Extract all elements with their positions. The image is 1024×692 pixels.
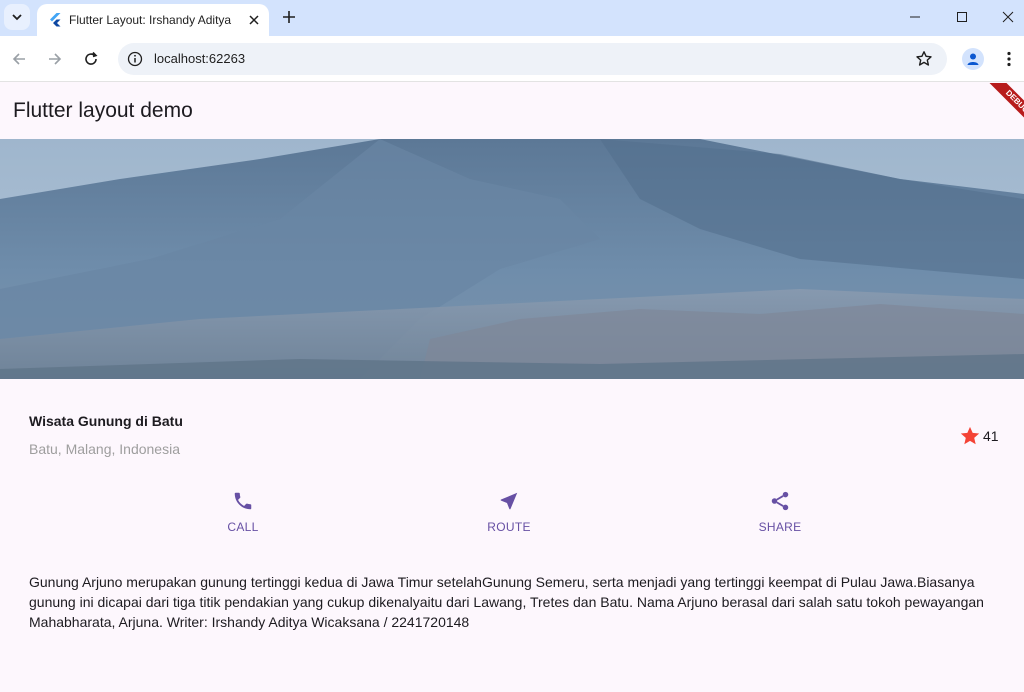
minimize-button[interactable] (892, 2, 938, 32)
back-button[interactable] (7, 47, 31, 71)
tab-search-button[interactable] (4, 4, 30, 30)
more-vert-icon (1007, 51, 1011, 67)
reload-icon (85, 51, 98, 65)
place-name: Wisata Gunung di Batu (29, 413, 183, 429)
app-bar: Flutter layout demo (0, 83, 1024, 139)
route-button[interactable]: ROUTE (469, 490, 549, 534)
profile-button[interactable] (962, 48, 984, 70)
title-section: Wisata Gunung di Batu Batu, Malang, Indo… (29, 413, 183, 457)
url-text: localhost:62263 (154, 51, 246, 66)
tab-strip: Flutter Layout: Irshandy Aditya (0, 0, 1024, 36)
person-icon (967, 53, 979, 65)
minimize-icon (910, 16, 920, 18)
rating-count: 41 (983, 428, 999, 444)
close-icon (1002, 11, 1014, 23)
plus-icon (283, 11, 295, 23)
close-icon (249, 15, 259, 25)
address-bar[interactable]: localhost:62263 (118, 43, 947, 75)
navigation-icon (500, 492, 518, 510)
flutter-logo-icon (50, 13, 61, 27)
forward-button[interactable] (43, 47, 67, 71)
mountain-image (0, 139, 1024, 379)
new-tab-button[interactable] (277, 5, 301, 29)
call-label: CALL (227, 520, 259, 534)
share-icon (771, 491, 789, 511)
place-location: Batu, Malang, Indonesia (29, 441, 180, 457)
arrow-right-icon (49, 53, 62, 65)
info-icon[interactable] (127, 51, 143, 67)
rating: 41 (959, 425, 999, 447)
close-window-button[interactable] (985, 2, 1024, 32)
browser-menu-button[interactable] (1000, 48, 1018, 70)
bookmark-star-icon[interactable] (915, 50, 933, 68)
share-label: SHARE (758, 520, 802, 534)
description-text: Gunung Arjuno merupakan gunung tertinggi… (29, 574, 984, 630)
page-title: Flutter layout demo (13, 99, 193, 122)
tab-close-button[interactable] (245, 11, 263, 29)
phone-icon (234, 492, 252, 510)
arrow-left-icon (12, 53, 25, 65)
reload-button[interactable] (79, 47, 103, 71)
maximize-button[interactable] (939, 2, 985, 32)
chevron-down-icon (12, 14, 22, 21)
share-button[interactable]: SHARE (740, 490, 820, 534)
tab-title: Flutter Layout: Irshandy Aditya (69, 13, 232, 27)
debug-banner: DEBUG (964, 83, 1024, 143)
browser-tab[interactable]: Flutter Layout: Irshandy Aditya (37, 4, 269, 36)
route-label: ROUTE (487, 520, 531, 534)
browser-toolbar: localhost:62263 (0, 36, 1024, 82)
star-icon (960, 426, 980, 445)
debug-label: DEBUG (980, 83, 1024, 139)
call-button[interactable]: CALL (203, 490, 283, 534)
maximize-icon (957, 12, 967, 22)
